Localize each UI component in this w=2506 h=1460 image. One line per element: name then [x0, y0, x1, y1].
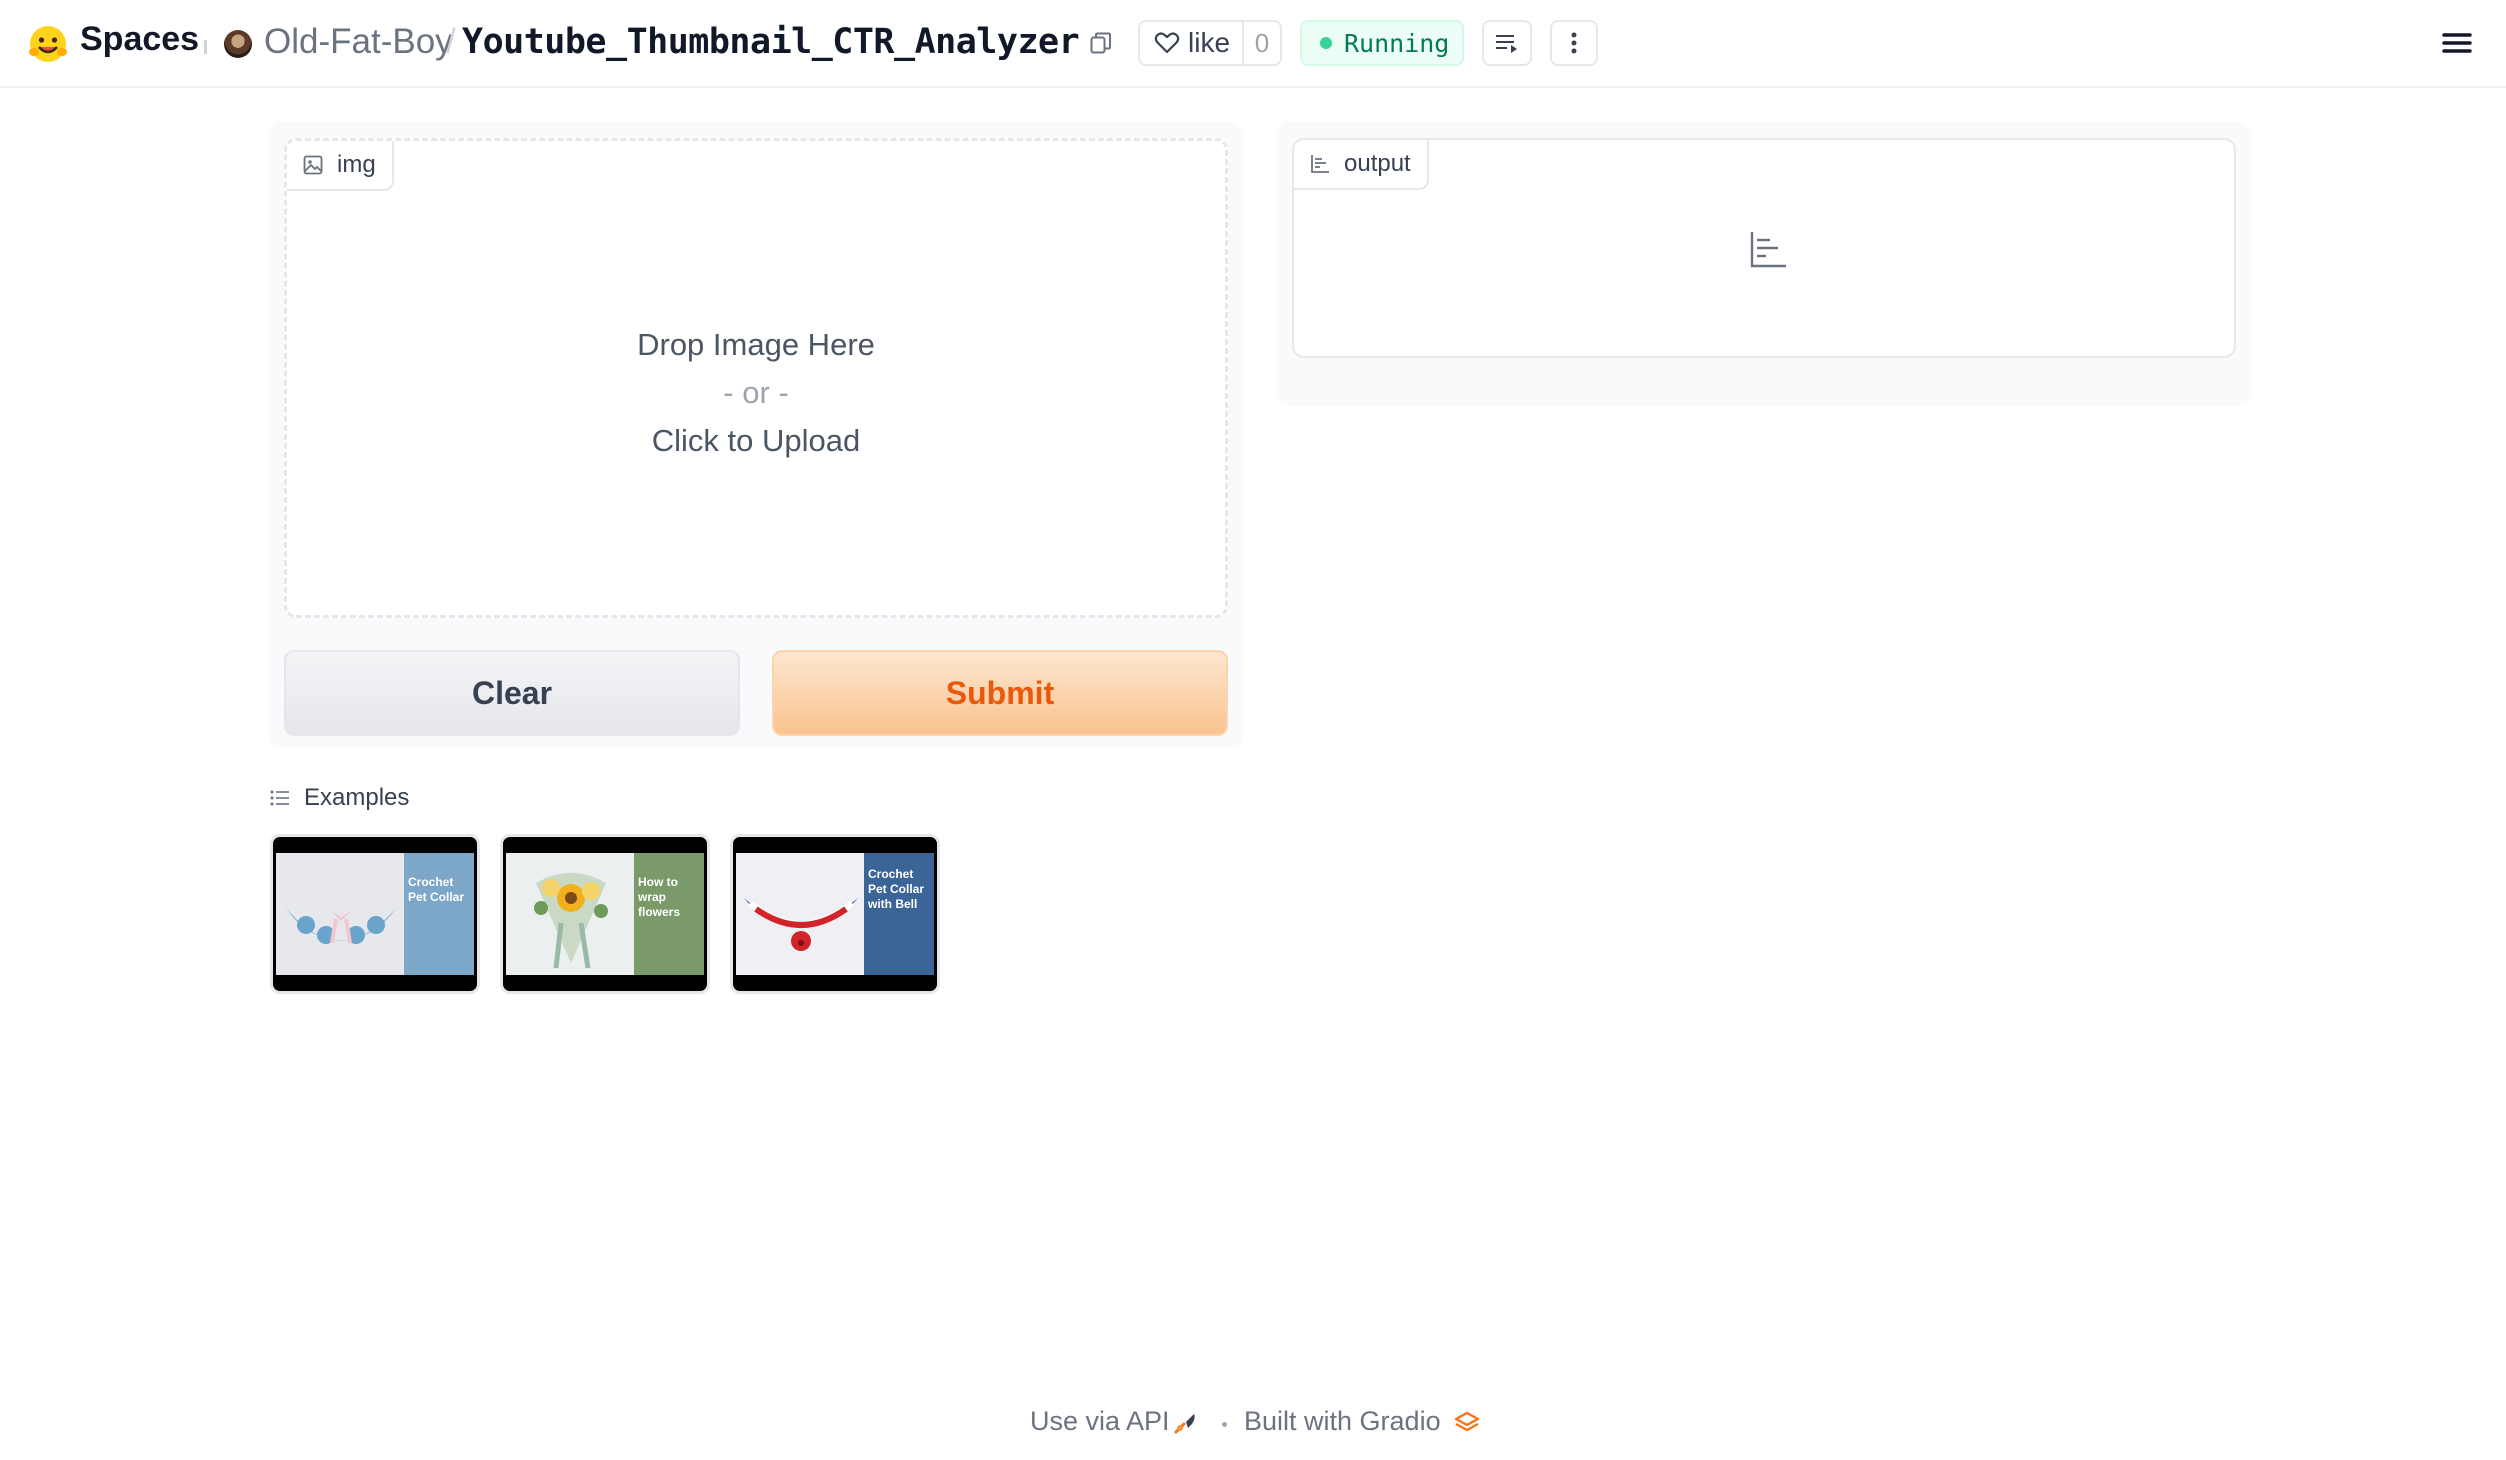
click-to-upload-text[interactable]: Click to Upload	[287, 423, 1225, 459]
or-separator-text: - or -	[723, 375, 789, 410]
input-label: img	[337, 151, 376, 178]
thumbnail-image: Crochet Pet Collar	[276, 853, 474, 975]
rocket-icon	[1174, 1414, 1195, 1434]
output-panel: output	[1276, 122, 2252, 406]
example-thumbnail-1[interactable]: Crochet Pet Collar	[270, 834, 480, 994]
input-block-label: img	[287, 141, 394, 191]
footer: Use via API Built with Gradio	[0, 1402, 2506, 1442]
logs-button[interactable]	[1482, 20, 1532, 66]
input-panel: img Drop Image Here - or - Click to Uplo…	[268, 122, 1244, 748]
submit-button[interactable]: Submit	[772, 650, 1228, 736]
list-icon	[270, 790, 289, 806]
thumbnail-caption-panel: Crochet Pet Collar with Bell	[864, 853, 934, 975]
footer-separator	[1222, 1422, 1227, 1427]
thumbnail-caption-panel: How to wrap flowers	[634, 853, 704, 975]
output-label: output	[1344, 150, 1411, 177]
spaces-link[interactable]: Spaces	[80, 20, 199, 59]
output-block-label: output	[1294, 140, 1429, 190]
like-group: like 0	[1138, 20, 1282, 66]
built-with-gradio-link[interactable]: Built with Gradio	[1244, 1406, 1441, 1437]
use-via-api-link[interactable]: Use via API	[1030, 1406, 1170, 1437]
output-label-box: output	[1292, 138, 2236, 358]
gradio-logo-icon	[1454, 1411, 1480, 1432]
drop-image-text: Drop Image Here	[637, 327, 875, 362]
repo-title-link[interactable]: Youtube_Thumbnail_CTR_Analyzer	[462, 22, 1080, 62]
vertical-ellipsis-icon	[1571, 32, 1577, 54]
label-chart-icon	[1311, 155, 1329, 173]
examples-header: Examples	[270, 784, 409, 812]
logs-icon	[1496, 35, 1517, 53]
status-text: Running	[1344, 28, 1450, 58]
copy-icon[interactable]	[1090, 32, 1112, 56]
like-button[interactable]: like	[1140, 22, 1245, 64]
divider	[204, 40, 207, 54]
status-badge[interactable]: Running	[1300, 20, 1464, 66]
hamburger-menu-icon[interactable]	[2440, 28, 2474, 58]
example-thumbnail-3[interactable]: Crochet Pet Collar with Bell	[730, 834, 940, 994]
like-label: like	[1188, 27, 1231, 58]
thumbnail-image: Crochet Pet Collar with Bell	[736, 853, 934, 975]
more-options-button[interactable]	[1550, 20, 1598, 66]
pet-collar-bell-photo	[736, 853, 866, 975]
owner-link[interactable]: Old-Fat-Boy	[264, 22, 453, 62]
hugging-face-logo-icon[interactable]	[28, 24, 68, 64]
clear-button[interactable]: Clear	[284, 650, 740, 736]
flower-bouquet-photo	[506, 853, 636, 975]
like-count[interactable]: 0	[1244, 28, 1280, 59]
heart-icon	[1154, 32, 1180, 54]
owner-avatar[interactable]	[224, 30, 252, 58]
breadcrumb-separator: /	[446, 22, 456, 61]
image-icon	[303, 155, 323, 175]
example-thumbnail-2[interactable]: How to wrap flowers	[500, 834, 710, 994]
empty-output-icon	[1750, 232, 1786, 268]
status-dot-icon	[1320, 37, 1332, 49]
thumbnail-image: How to wrap flowers	[506, 853, 704, 975]
pet-collar-photo	[276, 853, 406, 975]
thumbnail-caption-panel: Crochet Pet Collar	[404, 853, 474, 975]
image-upload-dropzone[interactable]: img Drop Image Here - or - Click to Uplo…	[284, 138, 1228, 618]
top-navigation-bar: Spaces Old-Fat-Boy / Youtube_Thumbnail_C…	[0, 0, 2506, 88]
examples-label: Examples	[304, 784, 410, 811]
